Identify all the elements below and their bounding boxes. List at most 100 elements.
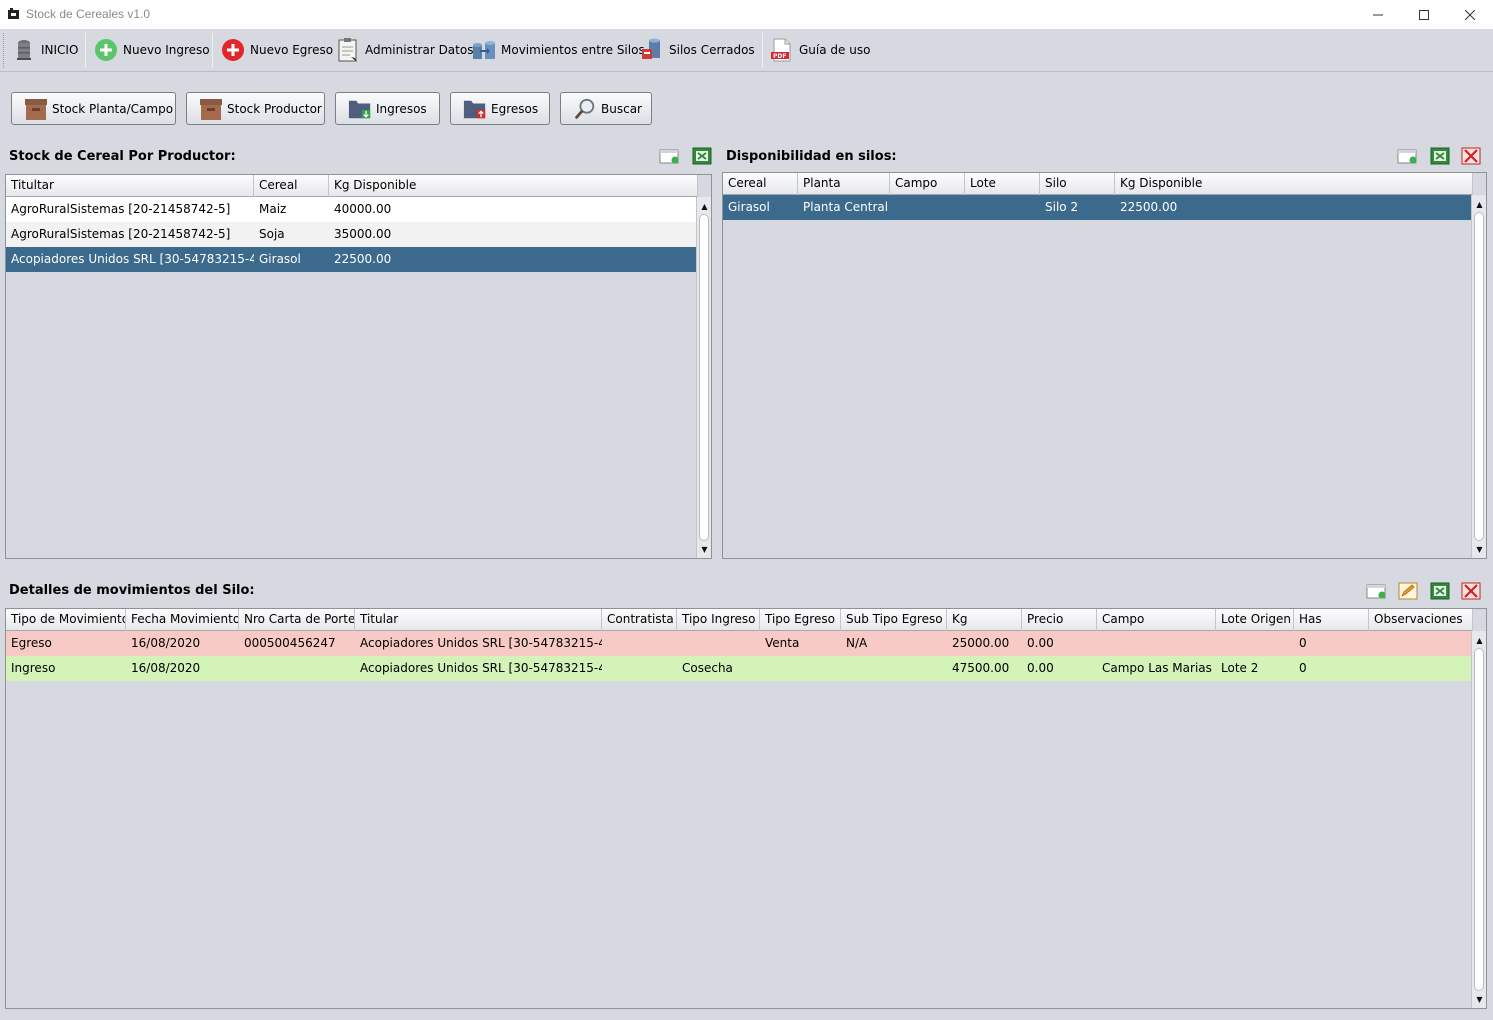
column-header[interactable]: Tipo de Movimiento [6, 609, 126, 631]
egresos-button[interactable]: Egresos [450, 92, 550, 125]
column-header[interactable]: Has [1294, 609, 1369, 631]
menu-inicio[interactable]: INICIO [12, 35, 78, 65]
excel-export-icon[interactable] [691, 147, 713, 165]
column-header[interactable]: Precio [1022, 609, 1097, 631]
toolbar-separator [212, 33, 213, 68]
plus-red-icon [221, 38, 245, 62]
ingresos-button[interactable]: Ingresos [335, 92, 440, 125]
menu-movimientos-silos[interactable]: Movimientos entre Silos [472, 35, 645, 65]
column-header[interactable]: Nro Carta de Porte [239, 609, 355, 631]
cell-tipo-egreso [760, 656, 841, 681]
ingresos-label: Ingresos [376, 101, 427, 116]
stock-productor-title: Stock de Cereal Por Productor: [9, 149, 236, 164]
menu-guia-uso[interactable]: PDF Guía de uso [770, 35, 870, 65]
column-header[interactable]: Cereal [723, 173, 798, 195]
cell-titular: AgroRuralSistemas [20-21458742-5] [11, 227, 231, 241]
scroll-down-arrow[interactable]: ▼ [1472, 542, 1486, 556]
column-header[interactable]: Fecha Movimiento [126, 609, 239, 631]
minimize-button[interactable] [1355, 0, 1401, 29]
table-row[interactable]: AgroRuralSistemas [20-21458742-5] Soja 3… [6, 222, 697, 247]
cell-lote-origen [1216, 631, 1294, 656]
box-icon [24, 97, 48, 121]
scroll-up-arrow[interactable]: ▲ [1472, 197, 1486, 211]
table-row[interactable]: AgroRuralSistemas [20-21458742-5] Maiz 4… [6, 197, 697, 222]
scroll-down-arrow[interactable]: ▼ [697, 542, 711, 556]
cell-titular: Acopiadores Unidos SRL [30-54783215-4] [360, 636, 602, 650]
column-header[interactable]: Contratista [602, 609, 677, 631]
menu-silos-cerrados[interactable]: Silos Cerrados [640, 35, 755, 65]
vertical-scrollbar[interactable]: ▲ ▼ [1471, 195, 1486, 558]
column-header[interactable]: Kg Disponible [1115, 173, 1473, 195]
app-icon [7, 7, 20, 20]
delete-icon[interactable] [1460, 582, 1482, 600]
cell-cereal: Girasol [728, 200, 770, 214]
menu-nuevo-egreso[interactable]: Nuevo Egreso [221, 35, 333, 65]
column-header[interactable]: Sub Tipo Egreso [841, 609, 947, 631]
column-header[interactable]: Kg Disponible [329, 175, 698, 197]
stock-productor-label: Stock Productor [227, 101, 322, 116]
column-header[interactable]: Cereal [254, 175, 329, 197]
stock-planta-campo-button[interactable]: Stock Planta/Campo [11, 92, 176, 125]
scroll-thumb[interactable] [1474, 648, 1484, 991]
disponibilidad-table: Cereal Planta Campo Lote Silo Kg Disponi… [722, 172, 1487, 559]
cell-sub-tipo-egreso: N/A [846, 636, 868, 650]
column-header[interactable]: Planta [798, 173, 890, 195]
cell-carta-porte: 000500456247 [244, 636, 336, 650]
cell-contratista [602, 656, 677, 681]
table-row-ingreso[interactable]: Ingreso 16/08/2020 Acopiadores Unidos SR… [6, 656, 1472, 681]
scroll-up-arrow[interactable]: ▲ [1472, 633, 1486, 647]
scroll-thumb[interactable] [1474, 212, 1484, 541]
vertical-scrollbar[interactable]: ▲ ▼ [1471, 631, 1486, 1008]
delete-icon[interactable] [1460, 147, 1482, 165]
buscar-button[interactable]: Buscar [560, 92, 652, 125]
menu-administrar-datos[interactable]: Administrar Datos [336, 35, 473, 65]
table-row-selected[interactable]: Acopiadores Unidos SRL [30-54783215-4] G… [6, 247, 697, 272]
cell-has: 0 [1299, 636, 1307, 650]
menu-inicio-label: INICIO [41, 43, 79, 57]
table-row-selected[interactable]: Girasol Planta Central Silo 2 22500.00 [723, 195, 1472, 220]
cell-kg: 22500.00 [334, 252, 392, 266]
excel-export-icon[interactable] [1429, 147, 1451, 165]
menu-nuevo-ingreso[interactable]: Nuevo Ingreso [94, 35, 210, 65]
column-header[interactable]: Campo [890, 173, 965, 195]
cell-campo: Campo Las Marias [1102, 661, 1212, 675]
table-row-egreso[interactable]: Egreso 16/08/2020 000500456247 Acopiador… [6, 631, 1472, 656]
column-header[interactable]: Campo [1097, 609, 1216, 631]
new-window-icon[interactable] [659, 147, 681, 165]
cell-campo [890, 195, 965, 220]
column-header[interactable]: Titular [355, 609, 602, 631]
column-header[interactable]: Tipo Egreso [760, 609, 841, 631]
excel-export-icon[interactable] [1429, 582, 1451, 600]
stock-productor-table: Titultar Cereal Kg Disponible AgroRuralS… [5, 174, 712, 559]
cell-kg: 40000.00 [334, 202, 392, 216]
column-header[interactable]: Lote [965, 173, 1040, 195]
scroll-up-arrow[interactable]: ▲ [697, 199, 711, 213]
scroll-thumb[interactable] [699, 214, 709, 541]
egresos-label: Egresos [491, 101, 539, 116]
edit-pencil-icon[interactable] [1397, 582, 1419, 600]
main-toolbar: INICIO Nuevo Ingreso Nuevo Egreso Admini… [0, 29, 1493, 72]
column-header[interactable]: Kg [947, 609, 1022, 631]
cell-lote-origen: Lote 2 [1221, 661, 1259, 675]
close-window-button[interactable] [1447, 0, 1493, 29]
box-icon [199, 97, 223, 121]
scroll-down-arrow[interactable]: ▼ [1472, 992, 1486, 1006]
new-window-icon[interactable] [1366, 582, 1388, 600]
maximize-button[interactable] [1401, 0, 1447, 29]
vertical-scrollbar[interactable]: ▲ ▼ [696, 197, 711, 558]
new-window-icon[interactable] [1397, 147, 1419, 165]
column-header[interactable]: Tipo Ingreso [677, 609, 760, 631]
cell-tipo-ingreso: Cosecha [682, 661, 733, 675]
column-header[interactable]: Silo [1040, 173, 1115, 195]
column-header[interactable]: Observaciones [1369, 609, 1473, 631]
folder-out-icon [463, 97, 487, 121]
title-bar: Stock de Cereales v1.0 [0, 0, 1493, 29]
cell-precio: 0.00 [1027, 636, 1054, 650]
cell-has: 0 [1299, 661, 1307, 675]
table-header: Cereal Planta Campo Lote Silo Kg Disponi… [723, 173, 1473, 195]
column-header[interactable]: Titultar [6, 175, 254, 197]
cell-carta-porte [239, 656, 355, 681]
stock-productor-button[interactable]: Stock Productor [186, 92, 325, 125]
table-body: AgroRuralSistemas [20-21458742-5] Maiz 4… [6, 197, 697, 272]
column-header[interactable]: Lote Origen [1216, 609, 1294, 631]
